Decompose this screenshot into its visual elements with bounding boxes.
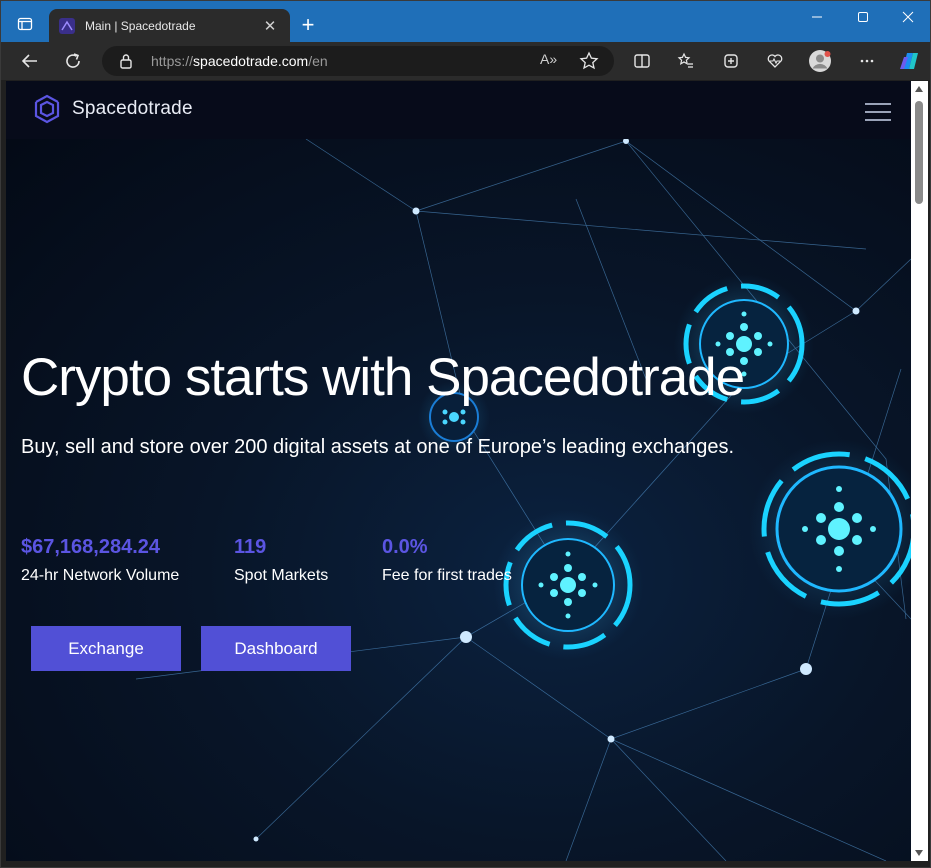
tab-title: Main | Spacedotrade <box>85 18 196 33</box>
menu-toggle-button[interactable] <box>865 103 891 121</box>
split-screen-button[interactable] <box>627 46 657 76</box>
read-aloud-icon[interactable]: A» <box>540 51 557 67</box>
minimize-button[interactable] <box>794 1 840 33</box>
settings-menu-button[interactable] <box>852 46 882 76</box>
tab-actions-button[interactable] <box>9 10 41 38</box>
minimize-icon <box>812 16 822 18</box>
url-host: spacedotrade.com <box>193 53 309 69</box>
profile-button[interactable] <box>805 46 835 76</box>
copilot-button[interactable] <box>894 46 924 76</box>
hero-headline: Crypto starts with Spacedotrade <box>21 348 745 407</box>
network-illustration <box>135 138 911 861</box>
heart-pulse-icon <box>767 54 783 68</box>
address-bar[interactable]: https://spacedotrade.com/en A» <box>102 46 614 76</box>
brand-name: Spacedotrade <box>72 98 193 119</box>
hero-background <box>6 138 911 861</box>
url-text[interactable]: https://spacedotrade.com/en <box>151 53 328 69</box>
scroll-up-icon[interactable] <box>915 86 923 92</box>
site-header: Spacedotrade <box>6 81 911 139</box>
stat-value: $67,168,284.24 <box>21 536 161 558</box>
collections-icon <box>724 54 738 68</box>
stat-value: 0.0% <box>382 536 428 558</box>
stat-label: Spot Markets <box>234 567 329 584</box>
favorites-button[interactable] <box>671 46 701 76</box>
stat-network-volume: $67,168,284.24 24-hr Network Volume <box>21 536 179 585</box>
favorite-star-icon[interactable] <box>579 51 599 71</box>
hamburger-icon-line <box>865 111 891 113</box>
avatar <box>809 50 831 72</box>
hero-subline: Buy, sell and store over 200 digital ass… <box>21 436 735 458</box>
back-button[interactable] <box>15 46 45 76</box>
more-dots-icon <box>860 59 874 63</box>
tab-main[interactable]: Main | Spacedotrade ✕ <box>49 9 290 42</box>
close-window-button[interactable] <box>885 1 931 33</box>
url-path: /en <box>308 53 328 69</box>
title-bar: Main | Spacedotrade ✕ + <box>1 1 930 42</box>
dashboard-button[interactable]: Dashboard <box>201 626 351 671</box>
back-arrow-icon <box>21 54 37 68</box>
new-tab-button[interactable]: + <box>295 13 321 39</box>
scroll-down-icon[interactable] <box>915 850 923 856</box>
scrollbar-thumb[interactable] <box>915 101 923 204</box>
hamburger-icon-line <box>865 119 891 121</box>
site-favicon-icon <box>59 17 75 34</box>
stat-spot-markets: 119 Spot Markets <box>234 536 328 585</box>
url-scheme: https:// <box>151 53 194 69</box>
split-screen-icon <box>634 54 650 68</box>
exchange-button[interactable]: Exchange <box>31 626 181 671</box>
tab-close-icon[interactable]: ✕ <box>260 17 280 35</box>
browser-essentials-button[interactable] <box>760 46 790 76</box>
maximize-button[interactable] <box>840 1 886 33</box>
stat-label: 24-hr Network Volume <box>21 567 180 584</box>
favorites-list-icon <box>677 52 693 68</box>
stat-value: 119 <box>234 536 267 558</box>
stat-fee: 0.0% Fee for first trades <box>382 536 512 585</box>
page-scrollbar[interactable] <box>911 81 928 861</box>
maximize-icon <box>858 12 868 22</box>
tab-actions-icon <box>17 17 33 31</box>
stat-label: Fee for first trades <box>382 567 512 584</box>
refresh-icon <box>66 53 80 68</box>
browser-window: Main | Spacedotrade ✕ + https://spacedot… <box>0 0 931 868</box>
refresh-button[interactable] <box>58 46 88 76</box>
lock-icon[interactable] <box>119 53 133 69</box>
hamburger-icon-line <box>865 103 891 105</box>
close-icon <box>902 11 914 23</box>
web-page: Spacedotrade Crypto starts with Spacedot… <box>6 81 911 861</box>
brand-logo-link[interactable]: Spacedotrade <box>32 94 193 124</box>
collections-button[interactable] <box>716 46 746 76</box>
browser-toolbar: https://spacedotrade.com/en A» <box>1 42 930 80</box>
spacedotrade-logo-icon <box>34 94 60 124</box>
copilot-icon <box>900 53 918 69</box>
